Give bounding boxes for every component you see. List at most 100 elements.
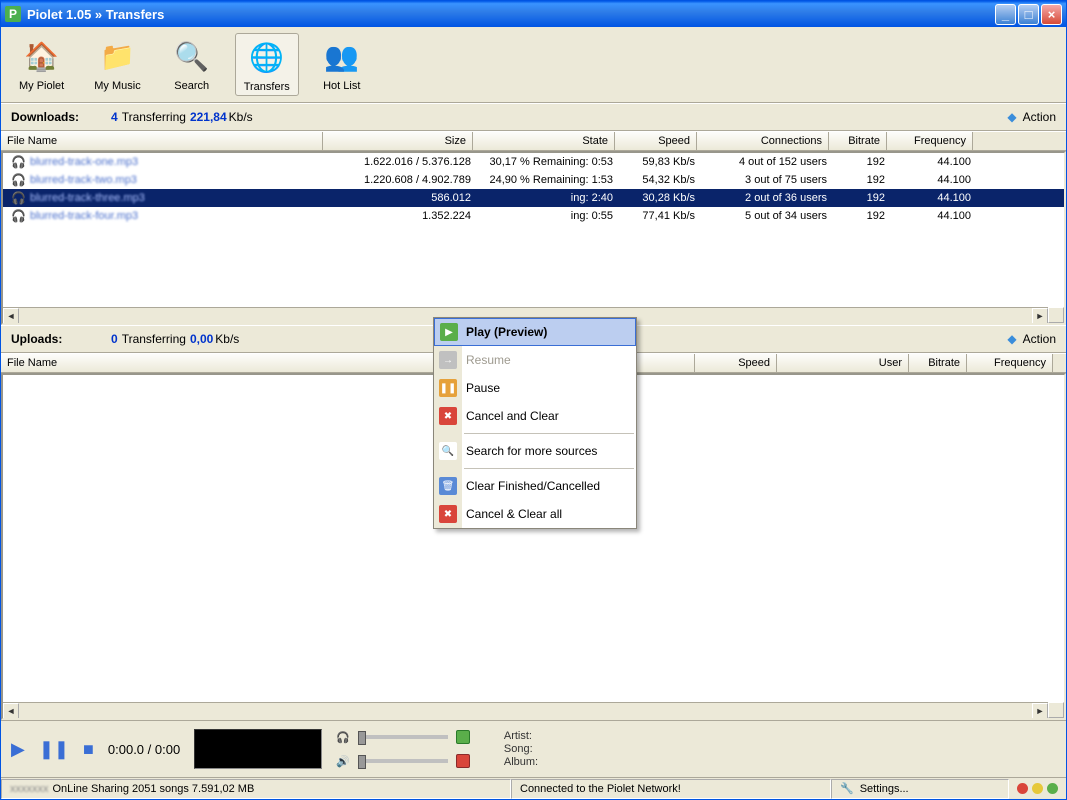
status-light [1017, 783, 1028, 794]
repeat-icon[interactable]: 🎧 [336, 731, 350, 744]
column-header-state[interactable]: State [473, 132, 615, 150]
seek-slider[interactable] [358, 735, 448, 739]
state-cell: ing: 2:40 [477, 192, 619, 204]
filename: blurred-track-two.mp3 [30, 174, 137, 186]
speed-cell: 54,32 Kb/s [619, 174, 701, 186]
volume-slider[interactable] [358, 759, 448, 763]
uploads-action-button[interactable]: ◆ Action [1007, 332, 1056, 346]
connections-cell: 5 out of 34 users [701, 210, 833, 222]
column-header-connections[interactable]: Connections [697, 132, 829, 150]
minimize-button[interactable]: _ [995, 4, 1016, 25]
downloads-header: Downloads: 4 Transferring 221,84 Kb/s ◆ … [1, 103, 1066, 131]
uploads-scrollbar[interactable]: ◄ ► [3, 702, 1048, 718]
column-header-size[interactable]: Size [323, 132, 473, 150]
column-header-file-name[interactable]: File Name [1, 132, 323, 150]
filename: blurred-track-one.mp3 [30, 156, 138, 168]
state-cell: 24,90 % Remaining: 1:53 [477, 174, 619, 186]
action-icon: ◆ [1007, 110, 1016, 124]
headphones-icon: 🎧 [11, 191, 26, 205]
column-header-frequency[interactable]: Frequency [967, 354, 1053, 372]
column-header-user[interactable]: User [777, 354, 909, 372]
toolbar-item-search[interactable]: 🔍 Search [163, 33, 221, 96]
close-button[interactable]: × [1041, 4, 1062, 25]
toolbar-item-my-piolet[interactable]: 🏠My Piolet [11, 33, 72, 96]
settings-label: Settings... [860, 783, 909, 795]
scroll-right-button[interactable]: ► [1032, 703, 1048, 719]
volume-icon[interactable]: 🔊 [336, 755, 350, 768]
scroll-left-button[interactable]: ◄ [3, 308, 19, 324]
pause-button[interactable]: ❚❚ [39, 739, 69, 760]
toolbar-icon: 🔍 [171, 35, 213, 77]
main-window: P Piolet 1.05 » Transfers _ □ × 🏠My Piol… [0, 0, 1067, 800]
column-header-speed[interactable]: Speed [615, 132, 697, 150]
scroll-left-button[interactable]: ◄ [3, 703, 19, 719]
column-header-frequency[interactable]: Frequency [887, 132, 973, 150]
download-row[interactable]: 🎧blurred-track-two.mp31.220.608 / 4.902.… [3, 171, 1064, 189]
frequency-cell: 44.100 [891, 174, 977, 186]
player-visualizer [194, 729, 322, 769]
context-menu-icon: 🔍 [439, 442, 457, 460]
context-menu-item-pause[interactable]: ❚❚Pause [434, 374, 636, 402]
action-icon: ◆ [1007, 332, 1016, 346]
window-controls: _ □ × [995, 4, 1062, 25]
context-menu-label: Clear Finished/Cancelled [466, 479, 600, 493]
context-menu-icon: ▶ [440, 323, 458, 341]
size-cell: 1.220.608 / 4.902.789 [327, 174, 477, 186]
download-row[interactable]: 🎧blurred-track-one.mp31.622.016 / 5.376.… [3, 153, 1064, 171]
downloads-panel[interactable]: 🎧blurred-track-one.mp31.622.016 / 5.376.… [1, 151, 1066, 325]
uploads-label: Uploads: [11, 332, 111, 346]
play-button[interactable]: ▶ [11, 739, 25, 760]
toolbar-label: My Music [94, 80, 140, 92]
downloads-grid-header: File NameSizeStateSpeedConnectionsBitrat… [1, 131, 1066, 151]
speed-cell: 30,28 Kb/s [619, 192, 701, 204]
context-menu-icon: 🗑 [439, 477, 457, 495]
song-label: Song: [504, 743, 538, 755]
scroll-corner [1048, 307, 1064, 323]
context-menu-item-cancel-and-clear[interactable]: ✖Cancel and Clear [434, 402, 636, 430]
context-menu-item-cancel-clear-all[interactable]: ✖Cancel & Clear all [434, 500, 636, 528]
toolbar-label: Hot List [323, 80, 360, 92]
status-sharing-text: OnLine Sharing 2051 songs 7.591,02 MB [53, 783, 255, 795]
download-row[interactable]: 🎧blurred-track-four.mp31.352.224 ing: 0:… [3, 207, 1064, 225]
bitrate-cell: 192 [833, 174, 891, 186]
context-menu[interactable]: ▶Play (Preview)→Resume❚❚Pause✖Cancel and… [433, 317, 637, 529]
player-metadata: Artist: Song: Album: [504, 730, 538, 768]
download-row[interactable]: 🎧blurred-track-three.mp3586.012 ing: 2:4… [3, 189, 1064, 207]
titlebar[interactable]: P Piolet 1.05 » Transfers _ □ × [1, 1, 1066, 27]
app-icon: P [5, 6, 21, 22]
toolbar-item-hot-list[interactable]: 👥Hot List [313, 33, 371, 96]
toolbar-item-transfers[interactable]: 🌐 Transfers [235, 33, 299, 96]
action-label: Action [1023, 110, 1056, 124]
settings-button[interactable]: 🔧 Settings... [831, 779, 1009, 799]
stop-button[interactable]: ■ [83, 739, 94, 760]
context-menu-separator [464, 433, 634, 434]
size-cell: 1.352.224 [327, 210, 477, 222]
status-light [1047, 783, 1058, 794]
toolbar-label: Transfers [244, 81, 290, 93]
status-network-text: Connected to the Piolet Network! [520, 783, 681, 795]
column-header-speed[interactable]: Speed [695, 354, 777, 372]
column-header-bitrate[interactable]: Bitrate [829, 132, 887, 150]
maximize-button[interactable]: □ [1018, 4, 1039, 25]
action-label: Action [1023, 332, 1056, 346]
context-menu-item-play-preview-[interactable]: ▶Play (Preview) [434, 318, 636, 346]
toolbar-icon: 🌐 [246, 36, 288, 78]
bitrate-cell: 192 [833, 156, 891, 168]
toolbar-item-my-music[interactable]: 📁My Music [86, 33, 148, 96]
headphones-icon: 🎧 [11, 155, 26, 169]
main-toolbar: 🏠My Piolet📁My Music 🔍 Search 🌐 Transfers 👥Hot… [1, 27, 1066, 103]
speed-cell: 59,83 Kb/s [619, 156, 701, 168]
scroll-corner [1048, 702, 1064, 718]
context-menu-item-clear-finished-cancelled[interactable]: 🗑 Clear Finished/Cancelled [434, 472, 636, 500]
status-lights [1009, 783, 1066, 794]
scroll-right-button[interactable]: ► [1032, 308, 1048, 324]
album-label: Album: [504, 756, 538, 768]
context-menu-item-resume: →Resume [434, 346, 636, 374]
context-menu-item-search-for-more-sources[interactable]: 🔍Search for more sources [434, 437, 636, 465]
connections-cell: 3 out of 75 users [701, 174, 833, 186]
downloads-action-button[interactable]: ◆ Action [1007, 110, 1056, 124]
column-header-bitrate[interactable]: Bitrate [909, 354, 967, 372]
player-time: 0:00.0 / 0:00 [108, 742, 180, 757]
uploads-transferring-label: Transferring [122, 332, 186, 346]
toolbar-label: Search [174, 80, 209, 92]
